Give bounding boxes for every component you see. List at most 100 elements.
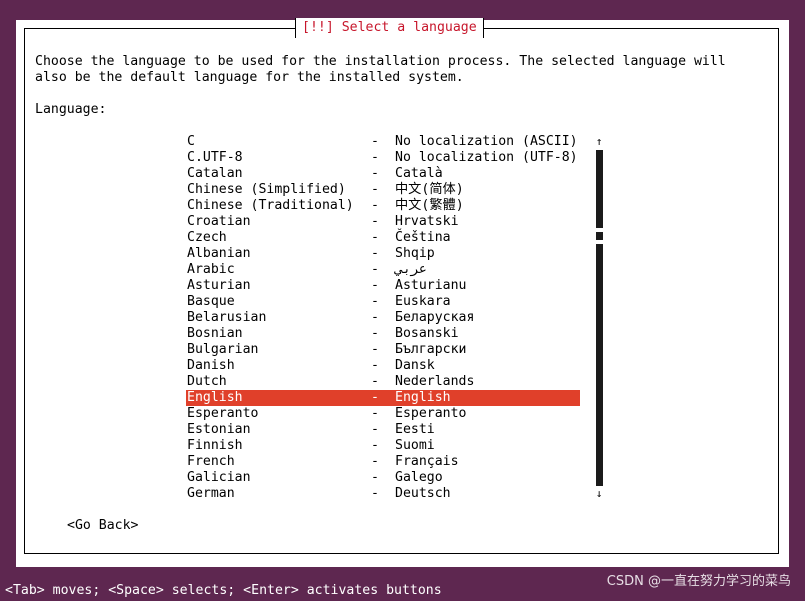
language-option[interactable]: Dutch - Nederlands [186, 374, 580, 390]
language-native-name: Čeština [395, 230, 451, 245]
scroll-down-icon[interactable]: ↓ [593, 486, 605, 502]
go-back-button[interactable]: <Go Back> [67, 518, 138, 534]
scroll-up-icon[interactable]: ↑ [593, 134, 605, 150]
language-name: Estonian [187, 422, 251, 437]
language-option[interactable]: Estonian - Eesti [186, 422, 580, 438]
language-name: Albanian [187, 246, 251, 261]
language-option[interactable]: Esperanto - Esperanto [186, 406, 580, 422]
language-name: English [187, 390, 243, 405]
language-separator: - [371, 214, 379, 229]
language-separator: - [371, 326, 379, 341]
scroll-thumb[interactable] [596, 232, 603, 240]
language-separator: - [371, 278, 379, 293]
language-option[interactable]: Finnish - Suomi [186, 438, 580, 454]
language-native-name: Esperanto [395, 406, 467, 421]
language-name: Croatian [187, 214, 251, 229]
language-list[interactable]: C - No localization (ASCII) C.UTF-8 - No loca… [186, 134, 580, 502]
language-native-name: No localization (ASCII) [395, 134, 578, 149]
language-native-name: Galego [395, 470, 443, 485]
language-native-name: Euskara [395, 294, 451, 309]
language-separator: - [371, 150, 379, 165]
language-native-name: Беларуская [395, 310, 475, 325]
language-native-name: Deutsch [395, 486, 451, 501]
language-native-name: 中文(繁體) [395, 198, 464, 213]
description-line-2: also be the default language for the ins… [35, 70, 464, 85]
language-option[interactable]: German - Deutsch [186, 486, 580, 502]
language-option[interactable]: Belarusian - Беларуская [186, 310, 580, 326]
language-name: Chinese (Simplified) [187, 182, 346, 197]
language-native-name: Hrvatski [395, 214, 459, 229]
language-name: Asturian [187, 278, 251, 293]
language-name: Czech [187, 230, 227, 245]
language-option[interactable]: Arabic - عربي [186, 262, 580, 278]
language-option[interactable]: C - No localization (ASCII) [186, 134, 580, 150]
language-option[interactable]: Galician - Galego [186, 470, 580, 486]
language-separator: - [371, 182, 379, 197]
language-native-name: Dansk [395, 358, 435, 373]
language-option[interactable]: Danish - Dansk [186, 358, 580, 374]
language-separator: - [371, 230, 379, 245]
language-separator: - [371, 198, 379, 213]
language-name: Catalan [187, 166, 243, 181]
language-name: German [187, 486, 235, 501]
language-option[interactable]: C.UTF-8 - No localization (UTF-8) [186, 150, 580, 166]
language-name: C [187, 134, 195, 149]
language-separator: - [371, 374, 379, 389]
language-separator: - [371, 262, 379, 277]
dialog-description: Choose the language to be used for the i… [35, 54, 726, 86]
language-option[interactable]: Basque - Euskara [186, 294, 580, 310]
language-option[interactable]: Chinese (Traditional) - 中文(繁體) [186, 198, 580, 214]
language-native-name: Български [395, 342, 467, 357]
language-name: French [187, 454, 235, 469]
language-name: Bulgarian [187, 342, 259, 357]
language-option[interactable]: Bulgarian - Български [186, 342, 580, 358]
language-separator: - [371, 406, 379, 421]
language-scrollbar[interactable]: ↑ ↓ [593, 134, 605, 502]
language-name: Esperanto [187, 406, 259, 421]
description-line-1: Choose the language to be used for the i… [35, 54, 726, 69]
language-native-name: Català [395, 166, 443, 181]
language-name: Arabic [187, 262, 235, 277]
language-native-name: Bosanski [395, 326, 459, 341]
language-native-name: عربي [395, 262, 427, 277]
language-separator: - [371, 342, 379, 357]
language-option[interactable]: French - Français [186, 454, 580, 470]
language-separator: - [371, 310, 379, 325]
language-separator: - [371, 454, 379, 469]
language-separator: - [371, 390, 379, 405]
language-native-name: Suomi [395, 438, 435, 453]
language-option[interactable]: Croatian - Hrvatski [186, 214, 580, 230]
language-native-name: Nederlands [395, 374, 475, 389]
language-separator: - [371, 134, 379, 149]
language-separator: - [371, 246, 379, 261]
language-separator: - [371, 486, 379, 501]
language-separator: - [371, 166, 379, 181]
language-native-name: Eesti [395, 422, 435, 437]
language-name: Basque [187, 294, 235, 309]
language-separator: - [371, 294, 379, 309]
language-option[interactable]: Chinese (Simplified) - 中文(简体) [186, 182, 580, 198]
language-option[interactable]: Catalan - Català [186, 166, 580, 182]
language-name: Danish [187, 358, 235, 373]
language-name: Dutch [187, 374, 227, 389]
language-name: Finnish [187, 438, 243, 453]
language-dialog: [!!] Select a language Choose the langua… [16, 18, 789, 567]
language-native-name: English [395, 390, 451, 405]
dialog-title: [!!] Select a language [295, 18, 484, 38]
language-native-name: Shqip [395, 246, 435, 261]
language-native-name: Français [395, 454, 459, 469]
language-option[interactable]: English - English [186, 390, 580, 406]
language-separator: - [371, 470, 379, 485]
scroll-track-upper [596, 150, 603, 228]
language-name: Galician [187, 470, 251, 485]
language-name: Chinese (Traditional) [187, 198, 354, 213]
language-option[interactable]: Czech - Čeština [186, 230, 580, 246]
watermark: CSDN @一直在努力学习的菜鸟 [606, 574, 791, 589]
language-option[interactable]: Albanian - Shqip [186, 246, 580, 262]
language-native-name: Asturianu [395, 278, 467, 293]
language-option[interactable]: Asturian - Asturianu [186, 278, 580, 294]
language-separator: - [371, 438, 379, 453]
language-option[interactable]: Bosnian - Bosanski [186, 326, 580, 342]
status-hint: <Tab> moves; <Space> selects; <Enter> ac… [5, 583, 442, 598]
language-native-name: 中文(简体) [395, 182, 464, 197]
